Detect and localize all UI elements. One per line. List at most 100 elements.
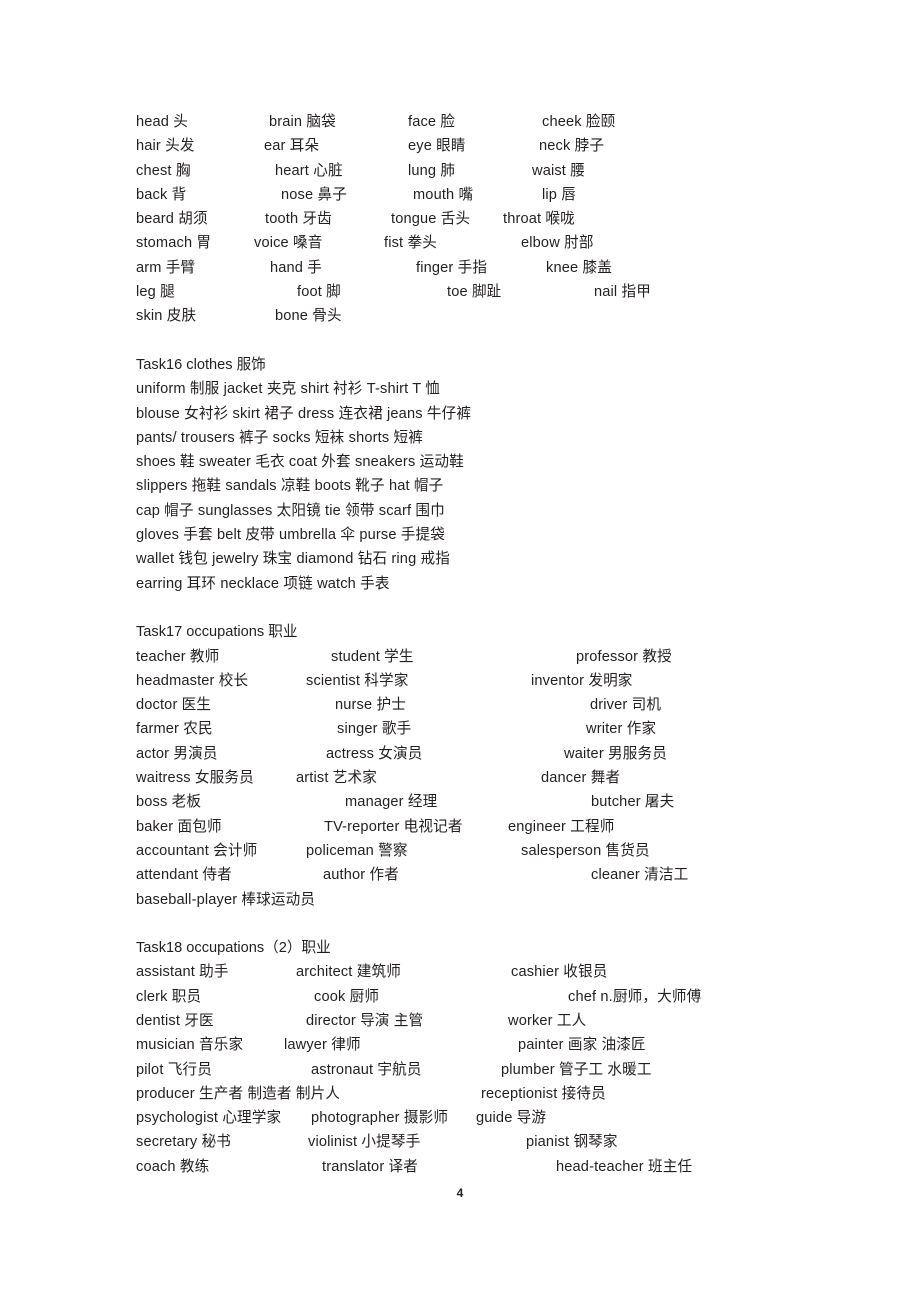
vocab-entry: head-teacher 班主任 bbox=[556, 1158, 693, 1175]
vocab-entry: lawyer 律师 bbox=[284, 1037, 361, 1054]
vocab-entry: plumber 管子工 水暖工 bbox=[501, 1061, 652, 1078]
vocab-entry: waiter 男服务员 bbox=[564, 745, 668, 762]
vocab-line: earring 耳环 necklace 项链 watch 手表 bbox=[136, 572, 836, 596]
vocab-entry: guide 导游 bbox=[476, 1110, 547, 1127]
vocab-entry: skin 皮肤 bbox=[136, 308, 197, 325]
vocab-line: secretary 秘书 violinist 小提琴手 pianist 钢琴家 bbox=[136, 1130, 836, 1154]
vocab-entry: tongue 舌头 bbox=[391, 211, 471, 228]
vocab-line: pilot 飞行员 astronaut 宇航员 plumber 管子工 水暖工 bbox=[136, 1058, 836, 1082]
vocab-entry: bone 骨头 bbox=[275, 308, 342, 325]
vocab-entry: cashier 收银员 bbox=[511, 964, 608, 981]
vocab-line: assistant 助手 architect 建筑师 cashier 收银员 bbox=[136, 960, 836, 984]
vocab-entry: pants/ trousers 裤子 socks 短袜 shorts 短裤 bbox=[136, 429, 423, 446]
vocab-entry: arm 手臂 bbox=[136, 259, 196, 276]
vocab-entry: dancer 舞者 bbox=[541, 770, 621, 787]
vocabulary-content: head 头 brain 脑袋 face 脸 cheek 脸颐 hair 头发 ear 耳… bbox=[136, 110, 836, 1179]
vocab-entry: policeman 警察 bbox=[306, 842, 408, 859]
vocab-entry: finger 手指 bbox=[416, 259, 488, 276]
vocab-entry: engineer 工程师 bbox=[508, 818, 615, 835]
vocab-line: uniform 制服 jacket 夹克 shirt 衬衫 T-shirt T … bbox=[136, 377, 836, 401]
vocab-entry: cap 帽子 sunglasses 太阳镜 tie 领带 scarf 围巾 bbox=[136, 502, 445, 519]
section-heading-task16: Task16 clothes 服饰 bbox=[136, 356, 266, 373]
vocab-line: hair 头发 ear 耳朵 eye 眼睛 neck 脖子 bbox=[136, 134, 836, 158]
vocab-line: back 背 nose 鼻子 mouth 嘴 lip 唇 bbox=[136, 183, 836, 207]
vocab-entry: elbow 肘部 bbox=[521, 235, 594, 252]
vocab-entry: teacher 教师 bbox=[136, 648, 220, 665]
vocab-entry: accountant 会计师 bbox=[136, 842, 258, 859]
vocab-entry: chef n.厨师，大师傅 bbox=[568, 988, 702, 1005]
vocab-entry: waist 腰 bbox=[532, 162, 585, 179]
vocab-entry: tooth 牙齿 bbox=[265, 211, 332, 228]
vocab-entry: producer 生产者 制造者 制片人 bbox=[136, 1085, 341, 1102]
vocab-entry: doctor 医生 bbox=[136, 697, 212, 714]
vocab-line: head 头 brain 脑袋 face 脸 cheek 脸颐 bbox=[136, 110, 836, 134]
vocab-entry: painter 画家 油漆匠 bbox=[518, 1037, 646, 1054]
vocab-entry: head 头 bbox=[136, 114, 189, 130]
vocab-entry: artist 艺术家 bbox=[296, 770, 377, 787]
vocab-entry: lip 唇 bbox=[542, 186, 576, 203]
vocab-entry: manager 经理 bbox=[345, 794, 438, 811]
vocab-line: blouse 女衬衫 skirt 裙子 dress 连衣裙 jeans 牛仔裤 bbox=[136, 402, 836, 426]
vocab-line: wallet 钱包 jewelry 珠宝 diamond 钻石 ring 戒指 bbox=[136, 547, 836, 571]
vocab-entry: blouse 女衬衫 skirt 裙子 dress 连衣裙 jeans 牛仔裤 bbox=[136, 405, 472, 422]
vocab-entry: farmer 农民 bbox=[136, 721, 213, 738]
vocab-entry: ear 耳朵 bbox=[264, 138, 320, 155]
vocab-entry: architect 建筑师 bbox=[296, 964, 401, 981]
vocab-entry: uniform 制服 jacket 夹克 shirt 衬衫 T-shirt T … bbox=[136, 381, 441, 398]
vocab-entry: student 学生 bbox=[331, 648, 414, 665]
vocab-entry: writer 作家 bbox=[586, 721, 657, 738]
vocab-entry: baker 面包师 bbox=[136, 818, 222, 835]
vocab-entry: leg 腿 bbox=[136, 284, 175, 301]
vocab-entry: heart 心脏 bbox=[275, 162, 343, 179]
vocab-entry: salesperson 售货员 bbox=[521, 842, 650, 859]
vocab-line: beard 胡须 tooth 牙齿 tongue 舌头 throat 喉咙 bbox=[136, 207, 836, 231]
vocab-line: headmaster 校长 scientist 科学家 inventor 发明家 bbox=[136, 669, 836, 693]
vocab-entry: author 作者 bbox=[323, 867, 399, 884]
vocab-line: shoes 鞋 sweater 毛衣 coat 外套 sneakers 运动鞋 bbox=[136, 450, 836, 474]
vocab-entry: shoes 鞋 sweater 毛衣 coat 外套 sneakers 运动鞋 bbox=[136, 454, 464, 471]
vocab-line: pants/ trousers 裤子 socks 短袜 shorts 短裤 bbox=[136, 426, 836, 450]
vocab-line: cap 帽子 sunglasses 太阳镜 tie 领带 scarf 围巾 bbox=[136, 499, 836, 523]
vocab-entry: dentist 牙医 bbox=[136, 1012, 214, 1029]
vocab-entry: receptionist 接待员 bbox=[481, 1085, 606, 1102]
vocab-entry: foot 脚 bbox=[297, 284, 341, 301]
vocab-entry: photographer 摄影师 bbox=[311, 1110, 449, 1127]
vocab-entry: stomach 胃 bbox=[136, 235, 212, 252]
vocab-line: psychologist 心理学家 photographer 摄影师 guide 导… bbox=[136, 1106, 836, 1130]
vocab-line: accountant 会计师 policeman 警察 salesperson 售货… bbox=[136, 839, 836, 863]
vocab-entry: baseball-player 棒球运动员 bbox=[136, 891, 316, 908]
vocab-line: coach 教练 translator 译者 head-teacher 班主任 bbox=[136, 1155, 836, 1179]
vocab-entry: coach 教练 bbox=[136, 1158, 210, 1175]
vocab-entry: cook 厨师 bbox=[314, 988, 380, 1005]
section-heading-task17: Task17 occupations 职业 bbox=[136, 624, 298, 641]
vocab-entry: toe 脚趾 bbox=[447, 284, 502, 301]
vocab-entry: singer 歌手 bbox=[337, 721, 412, 738]
vocab-entry: pianist 钢琴家 bbox=[526, 1134, 618, 1151]
vocab-entry: attendant 侍者 bbox=[136, 867, 232, 884]
vocab-entry: assistant 助手 bbox=[136, 964, 229, 981]
vocab-entry: cleaner 清洁工 bbox=[591, 867, 689, 884]
vocab-line: boss 老板 manager 经理 butcher 屠夫 bbox=[136, 790, 836, 814]
vocab-line: clerk 职员 cook 厨师 chef n.厨师，大师傅 bbox=[136, 985, 836, 1009]
vocab-line: waitress 女服务员 artist 艺术家 dancer 舞者 bbox=[136, 766, 836, 790]
vocab-entry: eye 眼睛 bbox=[408, 138, 466, 155]
vocab-line: actor 男演员 actress 女演员 waiter 男服务员 bbox=[136, 742, 836, 766]
vocab-entry: throat 喉咙 bbox=[503, 211, 575, 228]
vocab-line: producer 生产者 制造者 制片人 receptionist 接待员 bbox=[136, 1082, 836, 1106]
vocab-entry: wallet 钱包 jewelry 珠宝 diamond 钻石 ring 戒指 bbox=[136, 551, 451, 568]
vocab-entry: earring 耳环 necklace 项链 watch 手表 bbox=[136, 575, 390, 592]
vocab-entry: headmaster 校长 bbox=[136, 672, 249, 689]
vocab-entry: mouth 嘴 bbox=[413, 186, 474, 203]
vocab-entry: TV-reporter 电视记者 bbox=[324, 818, 463, 835]
vocab-line: farmer 农民 singer 歌手 writer 作家 bbox=[136, 717, 836, 741]
vocab-line: doctor 医生 nurse 护士 driver 司机 bbox=[136, 693, 836, 717]
vocab-line: musician 音乐家 lawyer 律师 painter 画家 油漆匠 bbox=[136, 1033, 836, 1057]
vocab-line: baker 面包师 TV-reporter 电视记者 engineer 工程师 bbox=[136, 815, 836, 839]
vocab-entry: clerk 职员 bbox=[136, 988, 202, 1005]
vocab-line: stomach 胃 voice 嗓音 fist 拳头 elbow 肘部 bbox=[136, 231, 836, 255]
vocab-entry: back 背 bbox=[136, 186, 187, 203]
vocab-line: gloves 手套 belt 皮带 umbrella 伞 purse 手提袋 bbox=[136, 523, 836, 547]
